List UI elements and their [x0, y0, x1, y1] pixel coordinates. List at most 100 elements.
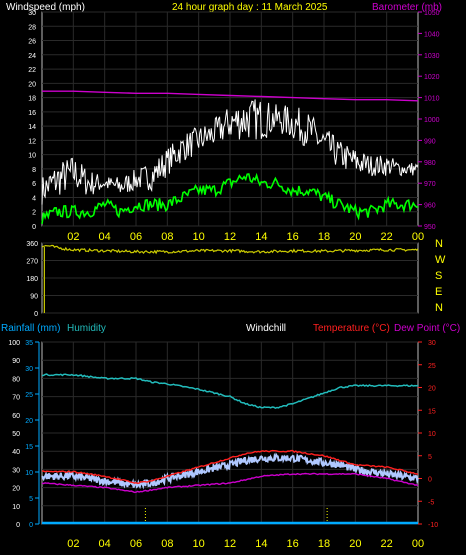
y-tick-label: 2 [32, 210, 36, 217]
y-tick-label: 14 [28, 124, 36, 131]
y-tick-label: 80 [12, 376, 20, 383]
x-tick-label: 00 [412, 231, 424, 243]
x-tick-label: 10 [193, 538, 205, 550]
y2-tick-label: 10 [428, 431, 436, 438]
y2-tick-label: 15 [428, 408, 436, 415]
y-tick-label: 22 [28, 67, 36, 74]
y2-tick-label: 5 [428, 454, 432, 461]
middle-panel: 090180270360 NWSEN [26, 238, 446, 318]
top-panel: Windspeed (mph) 24 hour graph day : 11 M… [6, 2, 442, 243]
y2-tick-label: 1000 [424, 117, 440, 124]
y2-tick-label: 1020 [424, 74, 440, 81]
y-tick-label: 270 [26, 259, 38, 266]
y-tick-label: 26 [28, 39, 36, 46]
x-tick-label: 12 [224, 538, 236, 550]
top-time-axis: 02 04 06 08 10 12 14 16 18 20 22 00 [67, 231, 424, 243]
x-tick-label: 00 [412, 538, 424, 550]
bottom-grid [42, 341, 418, 525]
y-tick-label: 100 [8, 340, 20, 347]
y-tick-label: 0 [32, 224, 36, 231]
direction-grid [42, 242, 418, 314]
weather-graph: Windspeed (mph) 24 hour graph day : 11 M… [1, 2, 460, 550]
y2-tick-label: 1040 [424, 31, 440, 38]
y-tick-label: 0 [16, 522, 20, 529]
x-tick-label: 08 [161, 231, 173, 243]
direction-series [41, 244, 419, 313]
x-tick-label: 02 [67, 538, 79, 550]
y2-tick-label: 20 [428, 386, 436, 393]
x-tick-label: 10 [193, 231, 205, 243]
y2-tick-label: 25 [428, 363, 436, 370]
compass-label: S [435, 270, 442, 282]
compass-label: N [435, 302, 443, 314]
y-tick-label: 12 [28, 138, 36, 145]
y-tick-label: 4 [32, 195, 36, 202]
x-tick-label: 14 [255, 538, 267, 550]
x-tick-label: 16 [287, 538, 299, 550]
y-tick-label: 70 [12, 395, 20, 402]
y2-tick-label: 1030 [424, 53, 440, 60]
y-tick-label: 28 [28, 24, 36, 31]
y-tick-label: 50 [12, 431, 20, 438]
x-tick-label: 22 [381, 231, 393, 243]
y2-tick-label: 990 [424, 138, 436, 145]
humidity-axis-title: Humidity [67, 323, 106, 334]
y-tick-label: 20 [12, 486, 20, 493]
barometer-axis-ticks: 950 960 970 980 990 1000 1010 1020 1030 1040 1050 [418, 10, 440, 231]
compass-label: E [435, 286, 442, 298]
graph-date-title: 24 hour graph day : 11 March 2025 [172, 2, 328, 13]
rain-tick-label: 0 [29, 522, 33, 529]
y-tick-label: 60 [12, 413, 20, 420]
temperature-axis-title: Temperature (°C) [313, 323, 390, 334]
x-tick-label: 16 [287, 231, 299, 243]
y-tick-label: 90 [12, 358, 20, 365]
top-grid [42, 11, 418, 227]
x-tick-label: 04 [99, 231, 111, 243]
x-tick-label: 18 [318, 538, 330, 550]
x-tick-label: 18 [318, 231, 330, 243]
y-tick-label: 8 [32, 167, 36, 174]
y-tick-label: 10 [28, 153, 36, 160]
rain-tick-label: 10 [25, 470, 33, 477]
x-tick-label: 20 [349, 538, 361, 550]
rain-tick-label: 20 [25, 418, 33, 425]
y2-tick-label: 30 [428, 340, 436, 347]
bottom-panel: Rainfall (mm) Humidity Windchill Tempera… [1, 323, 460, 550]
x-tick-label: 06 [130, 538, 142, 550]
y-tick-label: 16 [28, 110, 36, 117]
y2-tick-label: 970 [424, 181, 436, 188]
y-tick-label: 30 [28, 10, 36, 17]
rainfall-axis-title: Rainfall (mm) [1, 323, 60, 334]
y-tick-label: 0 [34, 311, 38, 318]
y-tick-label: 10 [12, 504, 20, 511]
y2-tick-label: 1050 [424, 10, 440, 17]
rain-tick-label: 15 [25, 444, 33, 451]
x-tick-label: 20 [349, 231, 361, 243]
compass-label: N [435, 238, 443, 250]
rain-tick-label: 25 [25, 392, 33, 399]
y2-tick-label: -10 [428, 522, 438, 529]
wind-direction-line [41, 244, 419, 255]
rain-tick-label: 30 [25, 366, 33, 373]
windchill-title: Windchill [246, 323, 286, 334]
y-tick-label: 6 [32, 181, 36, 188]
x-tick-label: 06 [130, 231, 142, 243]
x-tick-label: 02 [67, 231, 79, 243]
compass-labels: NWSEN [435, 238, 446, 314]
direction-axis-ticks: 0 90 180 270 360 [26, 241, 38, 318]
bottom-time-axis: 02 04 06 08 10 12 14 16 18 20 22 00 [67, 538, 424, 550]
y2-tick-label: -5 [428, 499, 434, 506]
y-tick-label: 40 [12, 449, 20, 456]
x-tick-label: 04 [99, 538, 111, 550]
y2-tick-label: 1010 [424, 96, 440, 103]
y-tick-label: 24 [28, 53, 36, 60]
y2-tick-label: 0 [428, 477, 432, 484]
y-tick-label: 360 [26, 241, 38, 248]
dewpoint-axis-title: Dew Point (°C) [394, 323, 460, 334]
rain-tick-label: 5 [29, 496, 33, 503]
x-tick-label: 12 [224, 231, 236, 243]
y-tick-label: 20 [28, 81, 36, 88]
y-tick-label: 30 [12, 467, 20, 474]
x-tick-label: 22 [381, 538, 393, 550]
windspeed-axis-ticks: 024681012141618202224262830 [28, 10, 36, 231]
